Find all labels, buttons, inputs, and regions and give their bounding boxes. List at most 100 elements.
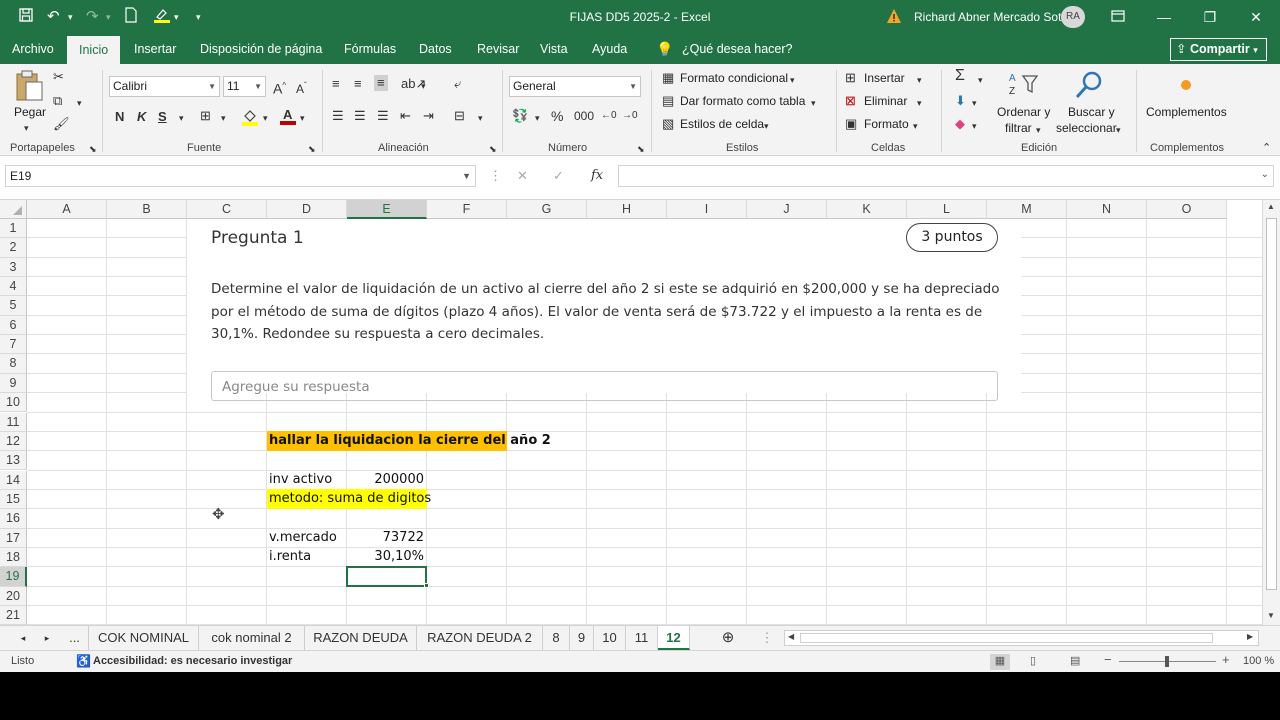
clear-dropdown-icon[interactable]: ▾ — [972, 118, 977, 134]
scroll-up-icon[interactable]: ▲ — [1267, 202, 1275, 211]
user-name[interactable]: Richard Abner Mercado Soto — [914, 0, 1068, 34]
increase-font-icon[interactable]: A^ — [273, 78, 286, 97]
autosum-icon[interactable]: Σ — [955, 68, 965, 84]
format-cells-button[interactable]: Formato — [864, 117, 909, 131]
fill-color-icon[interactable] — [242, 108, 258, 129]
tab-split-handle[interactable]: ⋮ — [760, 626, 774, 650]
find-select-label-2[interactable]: seleccionar — [1056, 121, 1117, 135]
tab-vista[interactable]: Vista — [537, 34, 571, 64]
chevron-down-icon[interactable]: ▾ — [913, 118, 918, 134]
sort-filter-icon[interactable]: AZ — [1008, 70, 1039, 101]
cancel-icon[interactable]: ✕ — [517, 168, 528, 184]
chevron-down-icon[interactable]: ▾ — [1116, 122, 1121, 138]
insert-cells-button[interactable]: Insertar — [864, 71, 905, 85]
conditional-format-button[interactable]: Formato condicional — [680, 71, 788, 85]
row-header[interactable]: 1 — [0, 219, 27, 239]
column-header[interactable]: E — [347, 200, 427, 219]
sheet-tab-12[interactable]: 12 — [658, 626, 690, 650]
select-all-corner[interactable] — [0, 200, 27, 219]
font-name-select[interactable]: Calibri ▼ — [109, 76, 220, 97]
warning-icon[interactable] — [886, 8, 902, 24]
chevron-down-icon[interactable]: ▾ — [24, 120, 29, 136]
cell-e14[interactable]: 200000 — [347, 470, 424, 489]
column-header[interactable]: G — [507, 200, 587, 219]
column-header[interactable]: C — [187, 200, 267, 219]
column-header[interactable]: K — [827, 200, 907, 219]
tab-inicio[interactable]: Inicio — [67, 36, 121, 64]
row-header[interactable]: 2 — [0, 238, 27, 258]
column-header[interactable]: B — [107, 200, 187, 219]
column-header[interactable]: N — [1067, 200, 1147, 219]
row-header[interactable]: 20 — [0, 586, 27, 606]
paste-icon[interactable] — [14, 70, 44, 105]
align-center-icon[interactable]: ☰ — [354, 108, 366, 124]
font-color-icon[interactable]: A — [280, 107, 296, 128]
wrap-text-icon[interactable]: ⤶ — [454, 76, 461, 92]
accounting-format-icon[interactable]: 💱 — [512, 108, 528, 124]
row-header[interactable]: 3 — [0, 257, 27, 277]
underline-icon[interactable]: S — [158, 109, 167, 125]
fill-handle[interactable] — [424, 583, 429, 588]
zoom-level[interactable]: 100 % — [1243, 655, 1274, 667]
add-sheet-icon[interactable]: ⊕ — [716, 626, 740, 650]
decrease-decimal-icon[interactable]: →0 — [622, 108, 638, 124]
undo-icon[interactable]: ↶ — [47, 7, 60, 27]
cell-d17[interactable]: v.mercado — [269, 528, 337, 547]
sheet-tab-8[interactable]: 8 — [543, 626, 570, 650]
format-table-button[interactable]: Dar formato como tabla — [680, 94, 805, 108]
column-header[interactable]: A — [27, 200, 107, 219]
increase-indent-icon[interactable]: ⇥ — [423, 108, 434, 124]
customize-qat-icon[interactable]: ▾ — [196, 7, 201, 27]
sheet-tab-razon-deuda-2[interactable]: RAZON DEUDA 2 — [417, 626, 543, 650]
orientation-dropdown-icon[interactable]: ▾ — [421, 78, 426, 94]
chevron-down-icon[interactable]: ▾ — [917, 72, 922, 88]
sheet-tab-cok-nominal-2[interactable]: cok nominal 2 — [199, 626, 305, 650]
chevron-down-icon[interactable]: ▾ — [917, 95, 922, 111]
font-size-select[interactable]: 11 ▼ — [223, 76, 266, 97]
fill-dropdown-icon[interactable]: ▾ — [972, 95, 977, 111]
dialog-launcher-icon[interactable]: ⬊ — [308, 141, 316, 157]
row-header[interactable]: 6 — [0, 315, 27, 336]
zoom-slider-thumb[interactable] — [1165, 656, 1169, 667]
expand-formula-icon[interactable]: ⌄ — [1261, 169, 1269, 180]
prev-sheet-icon[interactable]: ◂ — [14, 626, 32, 650]
undo-dropdown-icon[interactable]: ▾ — [68, 7, 73, 27]
merge-dropdown-icon[interactable]: ▾ — [478, 110, 483, 126]
cell-styles-button[interactable]: Estilos de celda — [680, 117, 764, 131]
find-select-label-1[interactable]: Buscar y — [1068, 105, 1115, 119]
column-header[interactable]: F — [427, 200, 507, 219]
sheet-tab-razon-deuda[interactable]: RAZON DEUDA — [305, 626, 417, 650]
tab-disposicion[interactable]: Disposición de página — [197, 34, 325, 64]
chevron-down-icon[interactable]: ▾ — [764, 118, 769, 134]
addins-icon[interactable] — [1180, 79, 1192, 94]
merge-center-icon[interactable]: ⊟ — [454, 108, 465, 124]
delete-cells-button[interactable]: Eliminar — [864, 94, 907, 108]
copy-icon[interactable]: ⧉ — [53, 93, 62, 109]
align-left-icon[interactable]: ☰ — [332, 108, 344, 124]
page-layout-icon[interactable]: ▯ — [1030, 654, 1036, 667]
column-header[interactable]: L — [907, 200, 987, 219]
redo-icon[interactable]: ↷ — [86, 7, 99, 27]
scroll-right-icon[interactable]: ▶ — [1247, 632, 1253, 641]
copy-dropdown-icon[interactable]: ▾ — [77, 95, 82, 111]
formula-input[interactable]: ⌄ — [618, 165, 1274, 187]
row-header[interactable]: 4 — [0, 277, 27, 297]
tab-revisar[interactable]: Revisar — [474, 34, 522, 64]
name-box[interactable]: E19 ▼ — [5, 165, 476, 187]
decrease-font-icon[interactable]: Aˇ — [296, 78, 307, 97]
row-header[interactable]: 5 — [0, 296, 27, 316]
avatar[interactable]: RA — [1061, 6, 1085, 28]
row-header[interactable]: 14 — [0, 470, 27, 490]
redo-dropdown-icon[interactable]: ▾ — [106, 7, 111, 27]
chevron-down-icon[interactable]: ▾ — [811, 95, 816, 111]
row-header[interactable]: 17 — [0, 528, 27, 548]
scroll-down-icon[interactable]: ▼ — [1267, 611, 1275, 620]
page-break-icon[interactable]: ▤ — [1070, 654, 1080, 667]
tab-insertar[interactable]: Insertar — [131, 34, 179, 64]
column-header[interactable]: J — [747, 200, 827, 219]
column-header[interactable]: O — [1147, 200, 1227, 219]
vertical-scrollbar[interactable]: ▲ ▼ — [1262, 200, 1280, 625]
restore-icon[interactable]: ❐ — [1187, 0, 1233, 34]
vertical-scroll-thumb[interactable] — [1266, 218, 1277, 590]
sheet-tab-10[interactable]: 10 — [594, 626, 626, 650]
